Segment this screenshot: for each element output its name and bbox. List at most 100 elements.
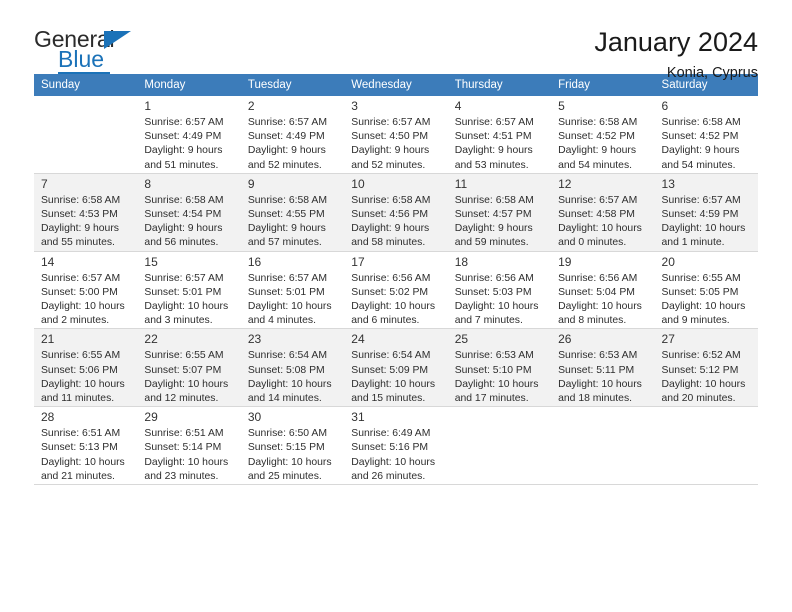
sunset-text: Sunset: 5:11 PM: [558, 364, 635, 376]
calendar-page: General Blue January 2024 Konia, Cyprus …: [0, 0, 792, 612]
calendar-day-cell[interactable]: 17 Sunrise: 6:56 AM Sunset: 5:02 PM Dayligh…: [344, 251, 448, 330]
calendar-day-cell[interactable]: 29 Sunrise: 6:51 AM Sunset: 5:14 PM Dayligh…: [137, 406, 241, 486]
calendar-day-cell[interactable]: 21 Sunrise: 6:55 AM Sunset: 5:06 PM Dayligh…: [34, 328, 138, 408]
sunrise-text: Sunrise: 6:58 AM: [454, 194, 534, 206]
daylight-text-line2: and 55 minutes.: [41, 237, 115, 249]
daylight-text-line2: and 54 minutes.: [661, 159, 736, 171]
sunrise-text: Sunrise: 6:56 AM: [454, 272, 534, 284]
daylight-text-line1: Daylight: 10 hours: [144, 456, 229, 468]
daylight-text-line2: and 56 minutes.: [144, 237, 219, 249]
calendar-day-cell[interactable]: 26 Sunrise: 6:53 AM Sunset: 5:11 PM Dayligh…: [551, 328, 655, 408]
daylight-text-line1: Daylight: 10 hours: [41, 456, 125, 468]
day-cell-inner: 16 Sunrise: 6:57 AM Sunset: 5:01 PM Dayligh…: [241, 252, 344, 329]
day-sun-info: Sunrise: 6:55 AM Sunset: 5:06 PM Daylight:…: [41, 349, 131, 406]
day-cell-inner: 26 Sunrise: 6:53 AM Sunset: 5:11 PM Dayligh…: [551, 329, 654, 406]
daylight-text-line1: Daylight: 10 hours: [351, 456, 436, 468]
day-sun-info: Sunrise: 6:55 AM Sunset: 5:07 PM Daylight:…: [144, 349, 234, 406]
calendar-day-cell[interactable]: 23 Sunrise: 6:54 AM Sunset: 5:08 PM Dayligh…: [240, 328, 345, 408]
calendar-day-cell[interactable]: 31 Sunrise: 6:49 AM Sunset: 5:16 PM Dayligh…: [344, 406, 448, 486]
daylight-text-line1: Daylight: 9 hours: [144, 145, 223, 157]
day-number: 27: [661, 332, 675, 347]
day-sun-info: Sunrise: 6:58 AM Sunset: 4:57 PM Daylight:…: [455, 194, 545, 251]
daylight-text-line1: Daylight: 10 hours: [558, 378, 642, 390]
sunrise-text: Sunrise: 6:57 AM: [247, 272, 327, 284]
day-cell-inner: 8 Sunrise: 6:58 AM Sunset: 4:54 PM Daylight…: [137, 174, 240, 251]
sunrise-text: Sunrise: 6:51 AM: [144, 428, 224, 440]
daylight-text-line1: Daylight: 10 hours: [661, 301, 746, 313]
sunset-text: Sunset: 4:54 PM: [144, 209, 222, 221]
sunrise-text: Sunrise: 6:57 AM: [558, 194, 638, 206]
calendar-day-cell[interactable]: 14 Sunrise: 6:57 AM Sunset: 5:00 PM Dayligh…: [34, 251, 138, 330]
sunrise-text: Sunrise: 6:56 AM: [351, 272, 431, 284]
calendar-day-cell[interactable]: 1 Sunrise: 6:57 AM Sunset: 4:49 PM Daylight…: [137, 96, 241, 174]
day-cell-inner: 7 Sunrise: 6:58 AM Sunset: 4:53 PM Daylight…: [34, 174, 137, 251]
sunrise-text: Sunrise: 6:58 AM: [558, 117, 638, 128]
calendar-day-cell[interactable]: 10 Sunrise: 6:58 AM Sunset: 4:56 PM Dayligh…: [344, 173, 448, 252]
sunrise-text: Sunrise: 6:58 AM: [41, 194, 121, 206]
daylight-text-line2: and 11 minutes.: [41, 393, 115, 405]
weekday-header-sunday: Sunday: [34, 74, 138, 96]
generalblue-logo[interactable]: General Blue: [34, 28, 146, 74]
day-sun-info: Sunrise: 6:57 AM Sunset: 5:00 PM Daylight:…: [41, 272, 131, 329]
calendar-day-cell[interactable]: 28 Sunrise: 6:51 AM Sunset: 5:13 PM Dayligh…: [34, 406, 138, 486]
day-number: 8: [144, 176, 152, 191]
day-number: 30: [247, 410, 262, 425]
calendar-day-cell[interactable]: 19 Sunrise: 6:56 AM Sunset: 5:04 PM Dayligh…: [551, 251, 655, 330]
calendar-day-cell[interactable]: 5 Sunrise: 6:58 AM Sunset: 4:52 PM Daylight…: [551, 96, 655, 174]
day-sun-info: Sunrise: 6:56 AM Sunset: 5:04 PM Daylight:…: [558, 272, 648, 329]
calendar-day-cell[interactable]: 27 Sunrise: 6:52 AM Sunset: 5:12 PM Dayligh…: [654, 328, 758, 408]
day-cell-inner: 17 Sunrise: 6:56 AM Sunset: 5:02 PM Dayligh…: [344, 252, 447, 329]
sunset-text: Sunset: 4:49 PM: [247, 131, 325, 143]
calendar-day-cell[interactable]: 13 Sunrise: 6:57 AM Sunset: 4:59 PM Dayligh…: [654, 173, 758, 252]
daylight-text-line1: Daylight: 9 hours: [41, 223, 119, 235]
sunset-text: Sunset: 5:05 PM: [661, 286, 739, 298]
sunset-text: Sunset: 5:00 PM: [41, 286, 118, 298]
day-cell-inner: 23 Sunrise: 6:54 AM Sunset: 5:08 PM Dayligh…: [241, 329, 344, 406]
calendar-day-cell[interactable]: 25 Sunrise: 6:53 AM Sunset: 5:10 PM Dayligh…: [447, 328, 552, 408]
sunset-text: Sunset: 4:58 PM: [558, 209, 635, 221]
daylight-text-line1: Daylight: 9 hours: [144, 223, 223, 235]
sunrise-text: Sunrise: 6:55 AM: [661, 272, 741, 284]
daylight-text-line2: and 54 minutes.: [558, 159, 633, 171]
calendar-day-cell[interactable]: 3 Sunrise: 6:57 AM Sunset: 4:50 PM Daylight…: [344, 96, 448, 174]
calendar-day-cell[interactable]: 7 Sunrise: 6:58 AM Sunset: 4:53 PM Daylight…: [34, 173, 138, 252]
calendar-day-cell[interactable]: 2 Sunrise: 6:57 AM Sunset: 4:49 PM Daylight…: [240, 96, 345, 174]
calendar-day-cell[interactable]: 9 Sunrise: 6:58 AM Sunset: 4:55 PM Daylight…: [240, 173, 345, 252]
weekday-header-monday: Monday: [137, 74, 241, 96]
daylight-text-line2: and 26 minutes.: [351, 470, 426, 482]
calendar-day-cell[interactable]: 4 Sunrise: 6:57 AM Sunset: 4:51 PM Daylight…: [447, 96, 552, 174]
calendar-day-cell[interactable]: 16 Sunrise: 6:57 AM Sunset: 5:01 PM Dayligh…: [240, 251, 345, 330]
calendar-day-cell[interactable]: 18 Sunrise: 6:56 AM Sunset: 5:03 PM Dayligh…: [447, 251, 552, 330]
sunrise-text: Sunrise: 6:57 AM: [247, 117, 327, 128]
day-number: 20: [661, 254, 675, 269]
calendar-week-row: 1 Sunrise: 6:57 AM Sunset: 4:49 PM Daylight…: [34, 96, 758, 174]
daylight-text-line2: and 58 minutes.: [351, 237, 426, 249]
daylight-text-line1: Daylight: 9 hours: [351, 145, 430, 157]
day-cell-inner: 4 Sunrise: 6:57 AM Sunset: 4:51 PM Daylight…: [448, 96, 551, 173]
day-cell-inner: 19 Sunrise: 6:56 AM Sunset: 5:04 PM Dayligh…: [551, 252, 654, 329]
calendar-day-cell[interactable]: 24 Sunrise: 6:54 AM Sunset: 5:09 PM Dayligh…: [344, 328, 448, 408]
day-cell-inner: 12 Sunrise: 6:57 AM Sunset: 4:58 PM Dayligh…: [551, 174, 654, 251]
calendar-day-cell[interactable]: 6 Sunrise: 6:58 AM Sunset: 4:52 PM Daylight…: [654, 96, 758, 174]
day-cell-inner: 1 Sunrise: 6:57 AM Sunset: 4:49 PM Daylight…: [137, 96, 240, 173]
daylight-text-line1: Daylight: 10 hours: [247, 301, 332, 313]
daylight-text-line2: and 59 minutes.: [454, 237, 529, 249]
sunrise-text: Sunrise: 6:58 AM: [661, 117, 741, 128]
page-title: January 2024: [594, 27, 758, 57]
calendar-day-cell[interactable]: 20 Sunrise: 6:55 AM Sunset: 5:05 PM Dayligh…: [654, 251, 758, 330]
sunset-text: Sunset: 4:52 PM: [558, 131, 635, 143]
calendar-day-cell[interactable]: 11 Sunrise: 6:58 AM Sunset: 4:57 PM Dayligh…: [447, 173, 552, 252]
calendar-day-cell[interactable]: 12 Sunrise: 6:57 AM Sunset: 4:58 PM Dayligh…: [551, 173, 655, 252]
daylight-text-line2: and 21 minutes.: [41, 470, 115, 482]
sunrise-text: Sunrise: 6:53 AM: [558, 350, 638, 362]
calendar-day-cell[interactable]: 22 Sunrise: 6:55 AM Sunset: 5:07 PM Dayligh…: [137, 328, 241, 408]
calendar-day-cell[interactable]: 15 Sunrise: 6:57 AM Sunset: 5:01 PM Dayligh…: [137, 251, 241, 330]
calendar-week-row: 7 Sunrise: 6:58 AM Sunset: 4:53 PM Daylight…: [34, 173, 758, 252]
day-sun-info: Sunrise: 6:58 AM Sunset: 4:52 PM Daylight:…: [662, 116, 752, 173]
daylight-text-line2: and 2 minutes.: [41, 315, 110, 327]
sunrise-text: Sunrise: 6:56 AM: [558, 272, 638, 284]
title-block: January 2024 Konia, Cyprus: [594, 27, 758, 80]
calendar-day-cell[interactable]: 30 Sunrise: 6:50 AM Sunset: 5:15 PM Dayligh…: [240, 406, 345, 486]
calendar-day-cell[interactable]: 8 Sunrise: 6:58 AM Sunset: 4:54 PM Daylight…: [137, 173, 241, 252]
day-number: 7: [41, 176, 48, 191]
